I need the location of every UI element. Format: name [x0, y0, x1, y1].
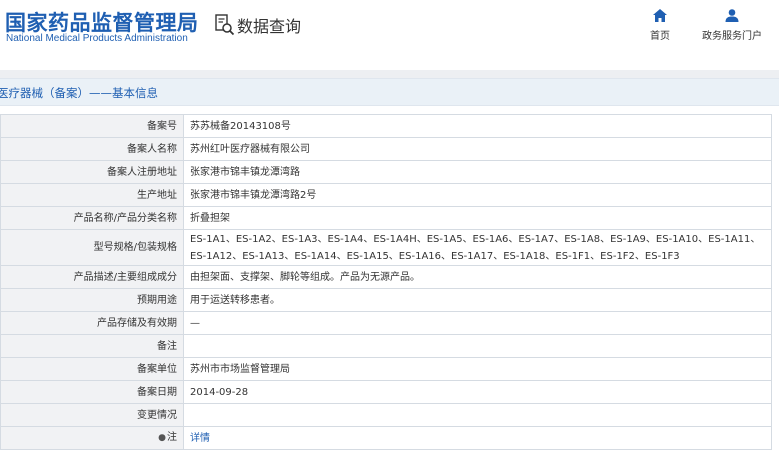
home-icon	[653, 9, 667, 22]
row-label-registered-address: 备案人注册地址	[0, 160, 184, 184]
table-row: 变更情况	[0, 403, 772, 427]
note-label-text: 注	[167, 432, 177, 443]
details-link[interactable]: 详情	[190, 433, 210, 444]
row-value-storage-validity: —	[183, 311, 772, 335]
table-row: 备案单位 苏州市市场监督管理局	[0, 357, 772, 381]
section-title-bar: 医疗器械（备案）——基本信息	[0, 78, 779, 106]
row-label-change-status: 变更情况	[0, 403, 184, 427]
row-value-remarks	[183, 334, 772, 358]
row-label-filing-number: 备案号	[0, 114, 184, 138]
row-label-model-spec: 型号规格/包装规格	[0, 229, 184, 266]
data-query-label: 数据查询	[237, 17, 302, 36]
table-row: 备注	[0, 334, 772, 358]
row-label-filing-unit: 备案单位	[0, 357, 184, 381]
data-query-heading: 数据查询	[215, 13, 301, 37]
table-row: 产品描述/主要组成成分 由担架面、支撑架、脚轮等组成。产品为无源产品。	[0, 265, 772, 289]
row-value-model-spec: ES-1A1、ES-1A2、ES-1A3、ES-1A4、ES-1A4H、ES-1…	[183, 229, 772, 266]
row-value-filer-name: 苏州红叶医疗器械有限公司	[183, 137, 772, 161]
nav-home-label: 首页	[650, 31, 670, 42]
row-label-product-description: 产品描述/主要组成成分	[0, 265, 184, 289]
row-value-filing-number: 苏苏械备20143108号	[183, 114, 772, 138]
site-logo-subtitle[interactable]: National Medical Products Administration	[6, 33, 188, 44]
nav-service-portal[interactable]: 政务服务门户	[696, 9, 768, 42]
header-divider-band	[0, 70, 779, 78]
row-value-change-status	[183, 403, 772, 427]
table-row: 型号规格/包装规格 ES-1A1、ES-1A2、ES-1A3、ES-1A4、ES…	[0, 229, 772, 266]
row-label-note: ●注	[0, 426, 184, 450]
nav-portal-label: 政务服务门户	[702, 31, 762, 42]
row-value-intended-use: 用于运送转移患者。	[183, 288, 772, 312]
document-search-icon	[215, 14, 235, 36]
row-value-filing-date: 2014-09-28	[183, 380, 772, 404]
table-row: 产品存储及有效期 —	[0, 311, 772, 335]
table-row: ●注 详情	[0, 426, 772, 450]
row-label-filing-date: 备案日期	[0, 380, 184, 404]
row-value-registered-address: 张家港市锦丰镇龙潭湾路	[183, 160, 772, 184]
row-label-storage-validity: 产品存储及有效期	[0, 311, 184, 335]
row-value-production-address: 张家港市锦丰镇龙潭湾路2号	[183, 183, 772, 207]
row-value-note: 详情	[183, 426, 772, 450]
row-label-intended-use: 预期用途	[0, 288, 184, 312]
page-title: 医疗器械（备案）——基本信息	[0, 86, 158, 100]
table-row: 备案号 苏苏械备20143108号	[0, 114, 772, 138]
table-row: 产品名称/产品分类名称 折叠担架	[0, 206, 772, 230]
table-row: 备案人名称 苏州红叶医疗器械有限公司	[0, 137, 772, 161]
record-detail-table: 备案号 苏苏械备20143108号 备案人名称 苏州红叶医疗器械有限公司 备案人…	[0, 114, 772, 450]
table-row: 生产地址 张家港市锦丰镇龙潭湾路2号	[0, 183, 772, 207]
row-value-product-description: 由担架面、支撑架、脚轮等组成。产品为无源产品。	[183, 265, 772, 289]
table-row: 备案人注册地址 张家港市锦丰镇龙潭湾路	[0, 160, 772, 184]
table-row: 预期用途 用于运送转移患者。	[0, 288, 772, 312]
row-label-product-name: 产品名称/产品分类名称	[0, 206, 184, 230]
user-icon	[725, 9, 739, 22]
nav-home[interactable]: 首页	[643, 9, 677, 42]
row-label-filer-name: 备案人名称	[0, 137, 184, 161]
row-value-product-name: 折叠担架	[183, 206, 772, 230]
row-label-production-address: 生产地址	[0, 183, 184, 207]
row-label-remarks: 备注	[0, 334, 184, 358]
site-header: 国家药品监督管理局 National Medical Products Admi…	[0, 0, 779, 70]
table-row: 备案日期 2014-09-28	[0, 380, 772, 404]
row-value-filing-unit: 苏州市市场监督管理局	[183, 357, 772, 381]
pin-icon: ●	[158, 433, 166, 443]
